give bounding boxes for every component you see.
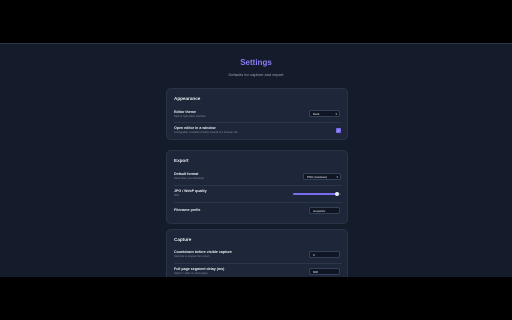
segment-delay-label: Full page segment delay (ms) — [174, 267, 225, 271]
export-heading: Export — [174, 158, 189, 163]
appearance-card: Appearance Editor theme Dark or light ed… — [166, 88, 348, 140]
divider — [174, 263, 342, 264]
filename-prefix-label: Filename prefix — [174, 208, 201, 212]
segment-delay-input[interactable]: 600 — [309, 268, 340, 275]
default-format-value: PNG (lossless) — [307, 175, 328, 179]
divider — [174, 202, 342, 203]
top-letterbox — [0, 0, 512, 44]
quality-slider-thumb[interactable] — [335, 192, 340, 196]
quality-label: JPG / WebP quality — [174, 189, 207, 193]
editor-theme-select[interactable]: Dark ▾ — [309, 110, 340, 117]
open-in-window-label: Open editor in a window — [174, 126, 216, 130]
appearance-heading: Appearance — [174, 96, 201, 101]
export-card: Export Default format Used when you down… — [166, 150, 348, 224]
divider — [174, 185, 342, 186]
segment-delay-hint: Higher = safer on slow pages — [174, 272, 208, 275]
default-format-hint: Used when you download — [174, 177, 204, 180]
editor-theme-value: Dark — [313, 112, 320, 116]
chevron-down-icon: ▾ — [336, 175, 338, 179]
countdown-label: Countdown before visible capture — [174, 250, 232, 254]
countdown-value: 0 — [313, 253, 315, 257]
segment-delay-value: 600 — [313, 270, 319, 274]
settings-page: Settings Defaults for capture and export… — [0, 44, 512, 277]
check-icon: ✓ — [336, 128, 341, 133]
default-format-select[interactable]: PNG (lossless) ▾ — [303, 173, 341, 180]
chevron-down-icon: ▾ — [335, 112, 337, 116]
countdown-hint: Seconds to prepare the screen — [174, 255, 210, 258]
open-in-window-checkbox[interactable]: ✓ — [336, 128, 341, 133]
editor-theme-label: Editor theme — [174, 110, 196, 114]
quality-slider[interactable] — [293, 192, 341, 196]
quality-value-text: 92% — [174, 194, 180, 197]
filename-prefix-value: snapshot — [313, 209, 326, 213]
countdown-input[interactable]: 0 — [309, 251, 340, 258]
capture-heading: Capture — [174, 237, 192, 242]
default-format-label: Default format — [174, 172, 199, 176]
capture-card: Capture Countdown before visible capture… — [166, 229, 348, 277]
open-in-window-hint: A draggable, resizable window instead of… — [174, 131, 238, 134]
divider — [174, 122, 342, 123]
filename-prefix-input[interactable]: snapshot — [309, 207, 340, 214]
page-title: Settings — [240, 58, 272, 67]
bottom-letterbox — [0, 277, 512, 320]
editor-theme-hint: Dark or light editor interface — [174, 115, 206, 118]
quality-slider-fill — [293, 193, 338, 195]
page-subtitle: Defaults for capture and export — [228, 72, 284, 77]
